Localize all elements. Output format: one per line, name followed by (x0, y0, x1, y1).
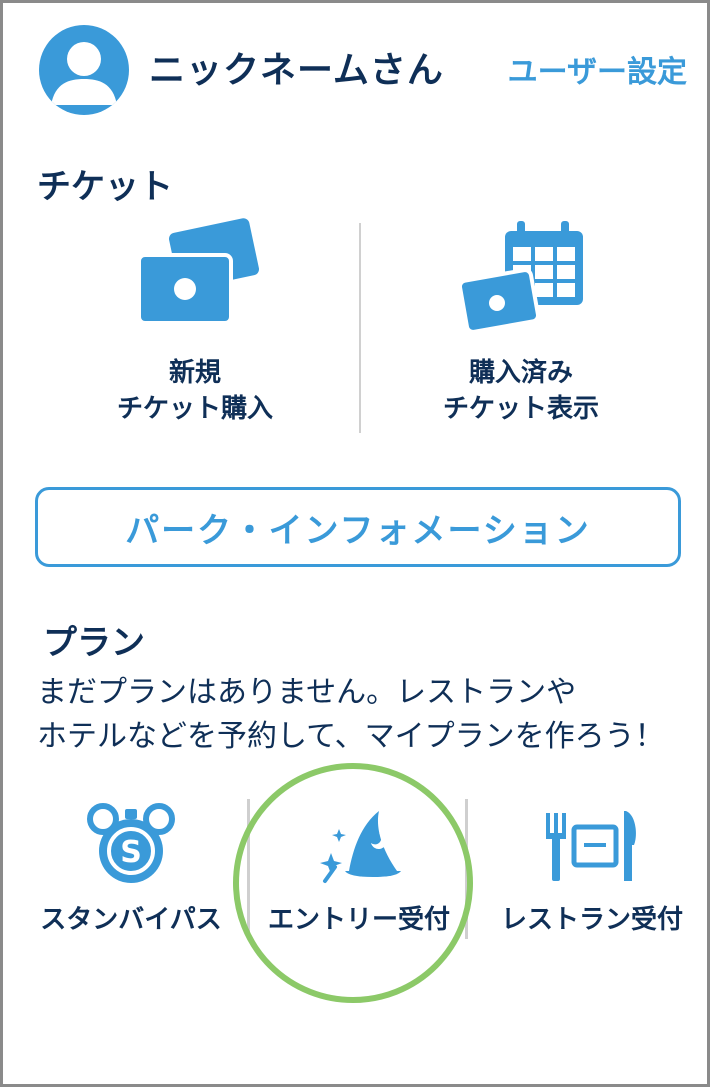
plans-empty-message: まだプランはありません。レストランや ホテルなどを予約して、マイプランを作ろう！ (37, 671, 697, 759)
ticket-divider (359, 223, 361, 433)
restaurant-icon (546, 811, 636, 881)
restaurant-reception-button[interactable]: レストラン受付 (477, 799, 707, 949)
purchased-ticket-view-button[interactable]: 購入済み チケット表示 (371, 217, 671, 447)
new-ticket-label-line1: 新規 (168, 358, 221, 388)
new-ticket-label-line2: チケット購入 (116, 394, 273, 424)
purchased-ticket-label-line1: 購入済み (468, 358, 573, 388)
plans-message-line1: まだプランはありません。レストランや (37, 675, 577, 710)
plans-section-title: プラン (43, 623, 145, 663)
restaurant-reception-label: レストラン受付 (500, 905, 683, 935)
calendar-ticket-icon (457, 221, 583, 334)
park-information-button[interactable]: パーク・インフォメーション (35, 487, 681, 567)
tickets-icon (137, 218, 260, 325)
plans-message-line2: ホテルなどを予約して、マイプランを作ろう！ (37, 719, 665, 754)
standby-pass-button[interactable]: S スタンバイパス (25, 799, 237, 949)
app-screen: ニックネームさん ユーザー設定 チケット 新規 チケット購入 購入済み チケット… (0, 0, 710, 1087)
user-settings-link[interactable]: ユーザー設定 (508, 47, 687, 91)
svg-text:S: S (120, 835, 142, 870)
standby-pass-label: スタンバイパス (40, 905, 222, 935)
service-divider-1 (247, 799, 250, 939)
entry-reception-label: エントリー受付 (267, 905, 450, 935)
avatar-icon[interactable] (39, 25, 129, 115)
wizard-hat-icon (320, 811, 401, 883)
user-nickname: ニックネームさん (149, 50, 444, 91)
service-divider-2 (465, 799, 468, 939)
purchased-ticket-label-line2: チケット表示 (442, 394, 599, 424)
new-ticket-purchase-button[interactable]: 新規 チケット購入 (45, 217, 345, 447)
standby-pass-icon: S (87, 803, 175, 883)
tickets-section-title: チケット (37, 167, 173, 207)
entry-reception-button[interactable]: エントリー受付 (253, 799, 465, 949)
